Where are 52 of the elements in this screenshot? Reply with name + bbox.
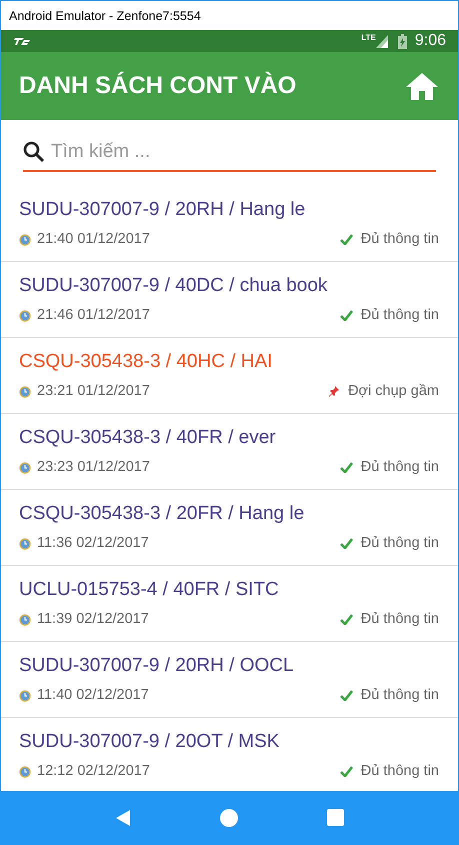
- container-title[interactable]: SUDU-307007-9 / 20RH / Hang le: [19, 197, 439, 223]
- alarm-clock-icon: [19, 612, 31, 626]
- window-title: Android Emulator - Zenfone7:5554: [9, 8, 201, 22]
- alarm-clock-icon: [19, 688, 31, 702]
- timestamp: 21:46 01/12/2017: [37, 307, 151, 323]
- app-bar-title: DANH SÁCH CONT VÀO: [19, 72, 298, 100]
- timestamp: 23:23 01/12/2017: [37, 459, 151, 475]
- battery-icon: [398, 34, 407, 48]
- timestamp: 11:39 02/12/2017: [37, 611, 150, 627]
- check-icon: [340, 234, 353, 244]
- check-icon: [340, 766, 353, 776]
- check-icon: [340, 690, 353, 700]
- network-type: LTE: [361, 33, 376, 42]
- container-title[interactable]: CSQU-305438-3 / 40FR / ever: [19, 425, 439, 451]
- timestamp: 11:36 02/12/2017: [37, 535, 150, 551]
- check-icon: [340, 538, 353, 548]
- pin-icon: [328, 385, 340, 397]
- recents-icon[interactable]: [326, 809, 344, 826]
- status-label: Đủ thông tin: [360, 611, 439, 627]
- container-title[interactable]: SUDU-307007-9 / 20RH / OOCL: [19, 653, 439, 679]
- timestamp: 11:40 02/12/2017: [37, 687, 150, 703]
- container-title[interactable]: CSQU-305438-3 / 20FR / Hang le: [19, 501, 439, 527]
- container-title[interactable]: SUDU-307007-9 / 40DC / chua book: [19, 273, 439, 299]
- search-field[interactable]: Tìm kiếm ...: [49, 140, 436, 164]
- check-icon: [340, 614, 353, 624]
- home-button-icon[interactable]: [220, 808, 238, 826]
- status-label: Đủ thông tin: [360, 535, 439, 551]
- status-label: Đủ thông tin: [360, 459, 439, 475]
- check-icon: [340, 310, 353, 320]
- status-label: Đủ thông tin: [360, 763, 439, 779]
- alarm-clock-icon: [19, 764, 31, 778]
- status-label: Đủ thông tin: [360, 687, 439, 703]
- status-label: Đủ thông tin: [360, 307, 439, 323]
- alarm-clock-icon: [19, 384, 31, 398]
- clock-time: 9:06: [414, 32, 446, 50]
- search-icon: [23, 141, 45, 163]
- alarm-clock-icon: [19, 232, 31, 246]
- container-title[interactable]: UCLU-015753-4 / 40FR / SITC: [19, 577, 439, 603]
- container-title[interactable]: SUDU-307007-9 / 20OT / MSK: [19, 729, 439, 755]
- status-label: Đủ thông tin: [360, 231, 439, 247]
- timestamp: 23:21 01/12/2017: [37, 383, 151, 399]
- alarm-clock-icon: [19, 308, 31, 322]
- check-icon: [340, 462, 353, 472]
- back-icon[interactable]: [115, 808, 132, 826]
- timestamp: 12:12 02/12/2017: [37, 763, 151, 779]
- status-label: Đợi chụp gầm: [348, 383, 439, 399]
- home-icon[interactable]: [405, 72, 439, 100]
- alarm-clock-icon: [19, 536, 31, 550]
- alarm-clock-icon: [19, 460, 31, 474]
- app-logo-icon: [13, 36, 31, 46]
- timestamp: 21:40 01/12/2017: [37, 231, 151, 247]
- signal-icon: [376, 34, 388, 48]
